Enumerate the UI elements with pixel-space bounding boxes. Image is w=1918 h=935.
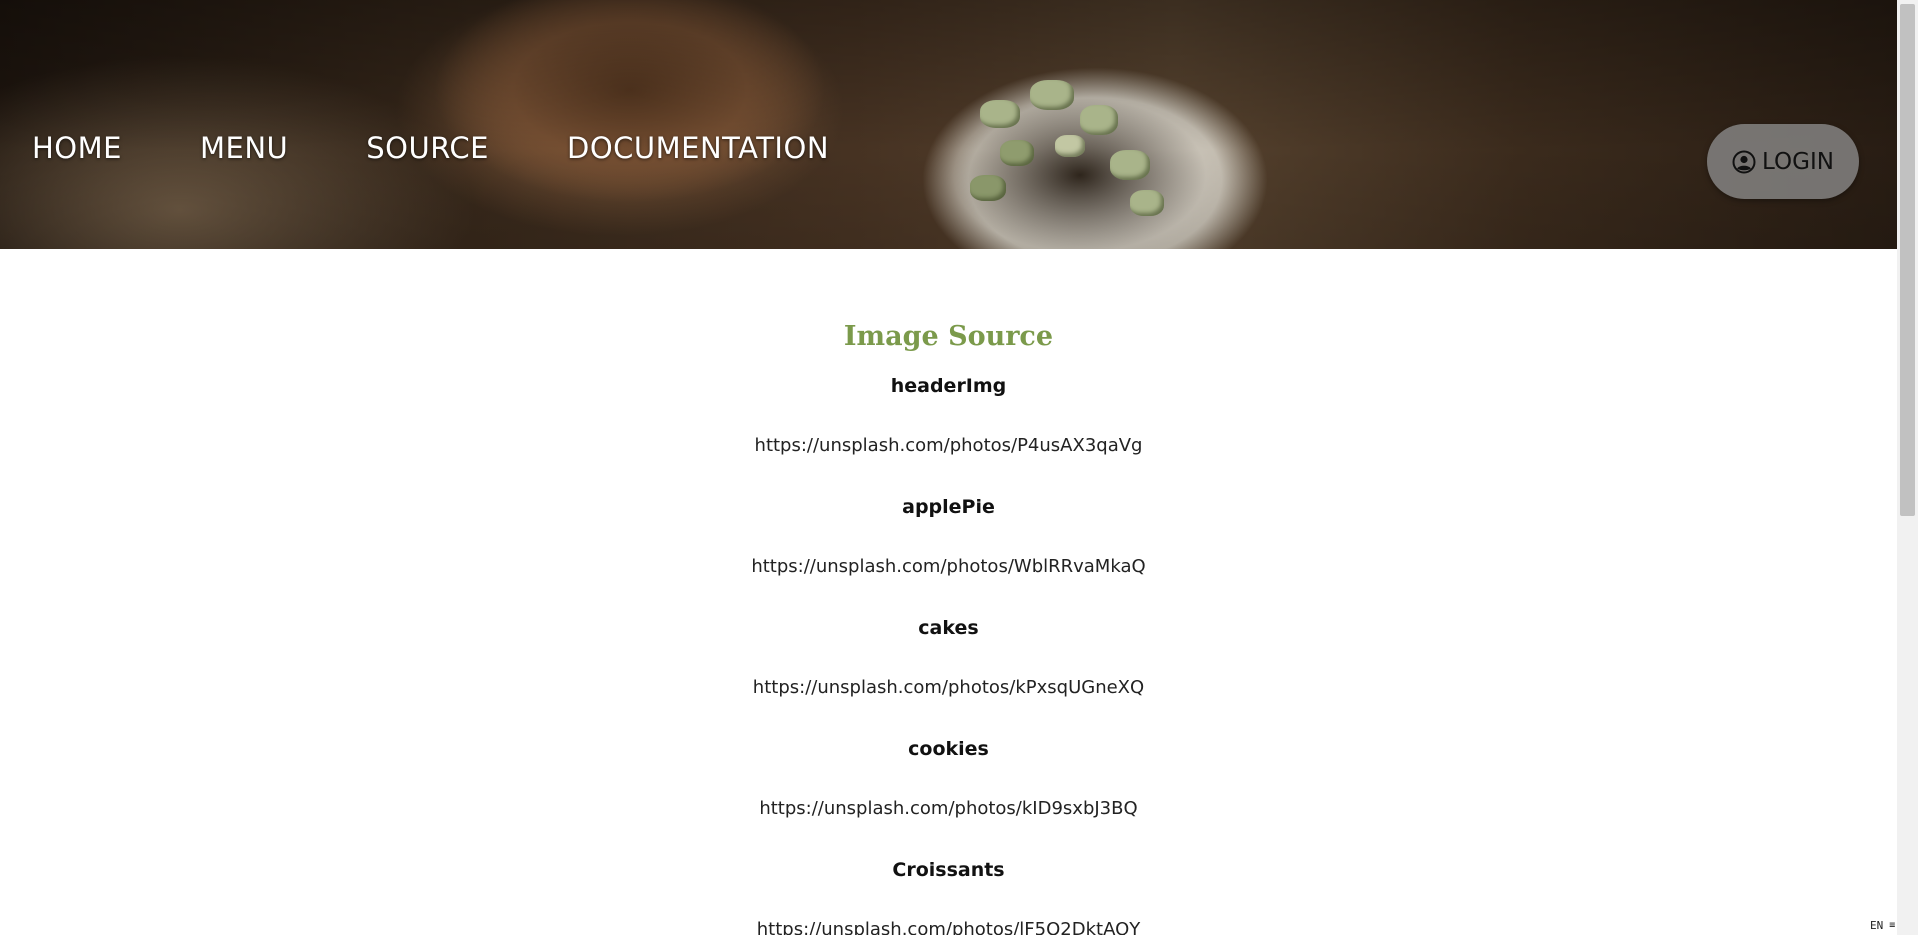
scrollbar-thumb[interactable] — [1900, 4, 1915, 516]
source-name: headerImg — [890, 375, 1007, 397]
source-list: headerImg https://unsplash.com/photos/P4… — [0, 371, 1897, 935]
login-button[interactable]: LOGIN — [1707, 124, 1859, 199]
nav-documentation[interactable]: DOCUMENTATION — [567, 131, 829, 165]
header-image-shade — [0, 0, 1897, 249]
source-item: cookies https://unsplash.com/photos/kID9… — [0, 734, 1897, 824]
source-name: applePie — [902, 496, 995, 518]
page-title: Image Source — [843, 321, 1054, 352]
source-url: https://unsplash.com/photos/kID9sxbJ3BQ — [759, 798, 1138, 819]
nav-source[interactable]: SOURCE — [366, 131, 489, 165]
source-item: Croissants https://unsplash.com/photos/l… — [0, 855, 1897, 935]
source-name: Croissants — [892, 859, 1005, 881]
nav-home[interactable]: HOME — [32, 131, 122, 165]
source-url: https://unsplash.com/photos/WblRRvaMkaQ — [751, 556, 1146, 577]
main-nav: HOME MENU SOURCE DOCUMENTATION — [32, 131, 829, 165]
chevron-down-icon: ≡ — [1889, 919, 1896, 931]
source-url: https://unsplash.com/photos/lF5O2DktAQY — [756, 919, 1141, 935]
header-image-pistachio — [960, 80, 1180, 230]
source-item: cakes https://unsplash.com/photos/kPxsqU… — [0, 613, 1897, 703]
source-url: https://unsplash.com/photos/P4usAX3qaVg — [754, 435, 1143, 456]
language-indicator[interactable]: EN ≡ — [1870, 917, 1895, 933]
language-label: EN — [1870, 918, 1884, 932]
source-item: applePie https://unsplash.com/photos/Wbl… — [0, 492, 1897, 582]
source-url: https://unsplash.com/photos/kPxsqUGneXQ — [752, 677, 1145, 698]
source-name: cakes — [918, 617, 979, 639]
main-content: Image Source headerImg https://unsplash.… — [0, 249, 1897, 935]
user-circle-icon — [1732, 150, 1756, 174]
page: HOME MENU SOURCE DOCUMENTATION LOGIN Ima… — [0, 0, 1918, 935]
page-scrollbar[interactable] — [1897, 0, 1918, 935]
header-banner: HOME MENU SOURCE DOCUMENTATION LOGIN — [0, 0, 1897, 249]
nav-menu[interactable]: MENU — [200, 131, 288, 165]
login-label: LOGIN — [1762, 148, 1834, 175]
source-item: headerImg https://unsplash.com/photos/P4… — [0, 371, 1897, 461]
source-name: cookies — [908, 738, 989, 760]
